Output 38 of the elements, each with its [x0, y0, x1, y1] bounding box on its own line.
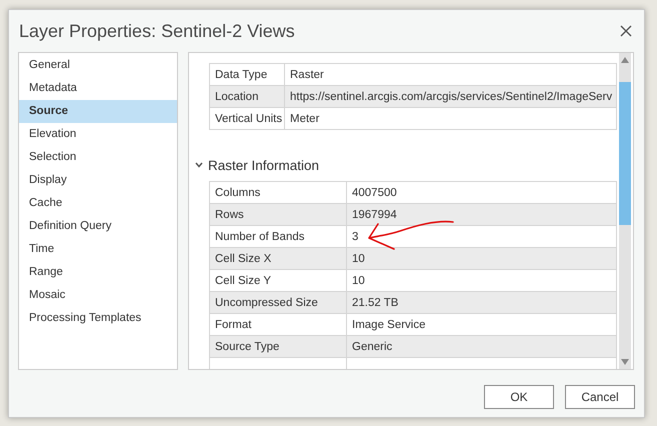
sidebar-item[interactable]: Range — [19, 261, 177, 284]
property-name-cell: Data Type — [210, 64, 284, 86]
property-value-cell: Raster — [284, 64, 616, 86]
property-name-cell: Uncompressed Size — [210, 292, 346, 314]
property-value-cell: Meter — [284, 108, 616, 130]
sidebar-item[interactable]: Display — [19, 169, 177, 192]
dialog-button[interactable]: Cancel — [565, 385, 635, 409]
sidebar-item[interactable]: Mosaic — [19, 284, 177, 307]
scroll-down-icon[interactable] — [621, 359, 629, 365]
sidebar-item[interactable]: Definition Query — [19, 215, 177, 238]
property-name-cell: Cell Size X — [210, 248, 346, 270]
scroll-up-icon[interactable] — [621, 57, 629, 63]
property-value-cell: 10 — [346, 248, 616, 270]
scrollbar[interactable] — [619, 53, 631, 369]
property-name-cell: Source Type — [210, 336, 346, 358]
property-value-cell: 4007500 — [346, 182, 616, 204]
property-name-cell: Rows — [210, 204, 346, 226]
property-name-cell: Vertical Units — [210, 108, 284, 130]
window-title: Layer Properties: Sentinel-2 Views — [19, 20, 295, 42]
property-name-cell: Columns — [210, 182, 346, 204]
sidebar-item[interactable]: Metadata — [19, 77, 177, 100]
scrollbar-thumb[interactable] — [619, 82, 631, 225]
sidebar-item[interactable]: Source — [19, 100, 177, 123]
section-header: Raster Information — [208, 158, 320, 172]
property-value-cell: 21.52 TB — [346, 292, 616, 314]
sidebar-item[interactable]: General — [19, 54, 177, 77]
property-name-cell: Location — [210, 86, 284, 108]
chevron-down-icon[interactable] — [195, 162, 203, 168]
property-value-cell: 1967994 — [346, 204, 616, 226]
sidebar-item[interactable]: Elevation — [19, 123, 177, 146]
sidebar-item[interactable]: Cache — [19, 192, 177, 215]
property-value-cell: https://sentinel.arcgis.com/arcgis/services/Sentinel2/ImageServ — [284, 86, 616, 108]
sidebar-item[interactable]: Processing Templates — [19, 307, 177, 330]
property-value-cell: Generic — [346, 336, 616, 358]
sidebar-item[interactable]: Selection — [19, 146, 177, 169]
close-icon[interactable] — [620, 25, 632, 37]
dialog-button[interactable]: OK — [484, 385, 554, 409]
sidebar-item[interactable]: Time — [19, 238, 177, 261]
